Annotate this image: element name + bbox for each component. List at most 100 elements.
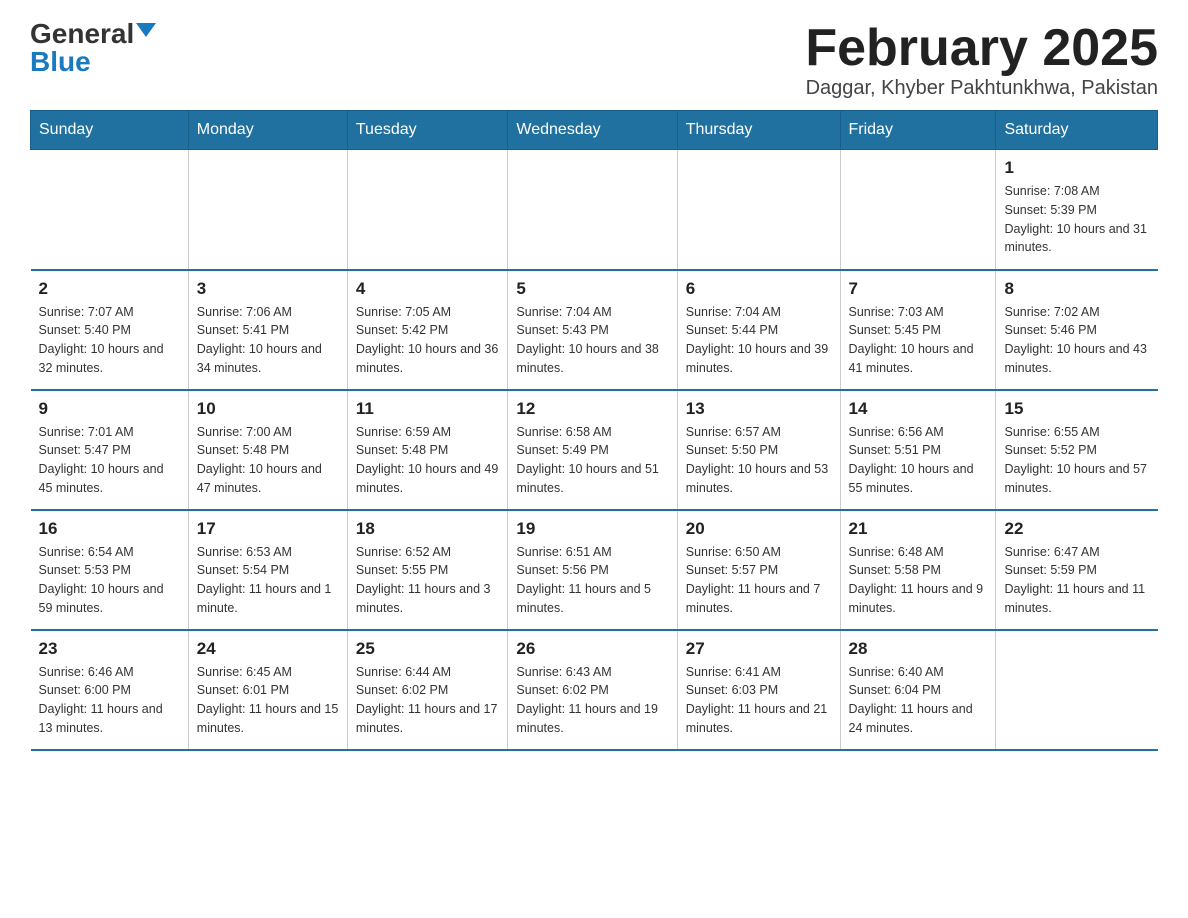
weekday-header-saturday: Saturday <box>996 111 1158 150</box>
day-number: 27 <box>686 639 832 659</box>
day-cell: 20 Sunrise: 6:50 AMSunset: 5:57 PMDayligh… <box>677 510 840 630</box>
month-title: February 2025 <box>805 20 1158 77</box>
day-cell <box>347 150 508 270</box>
day-info: Sunrise: 6:48 AMSunset: 5:58 PMDaylight:… <box>849 543 988 618</box>
day-cell: 9Sunrise: 7:01 AMSunset: 5:47 PMDaylight… <box>31 390 189 510</box>
day-number: 20 <box>686 519 832 539</box>
day-info: Sunrise: 6:54 AMSunset: 5:53 PMDaylight:… <box>39 543 180 618</box>
day-cell: 3Sunrise: 7:06 AMSunset: 5:41 PMDaylight… <box>188 270 347 390</box>
weekday-header-monday: Monday <box>188 111 347 150</box>
logo-blue-text: Blue <box>30 48 91 76</box>
day-cell <box>840 150 996 270</box>
day-cell: 26 Sunrise: 6:43 AMSunset: 6:02 PMDayligh… <box>508 630 677 750</box>
day-number: 12 <box>516 399 668 419</box>
day-info: Sunrise: 6:43 AMSunset: 6:02 PMDaylight:… <box>516 663 668 738</box>
day-number: 24 <box>197 639 339 659</box>
day-cell <box>996 630 1158 750</box>
day-number: 15 <box>1004 399 1149 419</box>
day-number: 5 <box>516 279 668 299</box>
weekday-header-tuesday: Tuesday <box>347 111 508 150</box>
page-header: General Blue February 2025 Daggar, Khybe… <box>30 20 1158 100</box>
day-cell <box>188 150 347 270</box>
day-cell: 18 Sunrise: 6:52 AMSunset: 5:55 PMDayligh… <box>347 510 508 630</box>
weekday-header-row: SundayMondayTuesdayWednesdayThursdayFrid… <box>31 111 1158 150</box>
day-info: Sunrise: 7:00 AMSunset: 5:48 PMDaylight:… <box>197 423 339 498</box>
weekday-header-wednesday: Wednesday <box>508 111 677 150</box>
week-row-5: 23Sunrise: 6:46 AMSunset: 6:00 PMDayligh… <box>31 630 1158 750</box>
day-number: 2 <box>39 279 180 299</box>
day-number: 22 <box>1004 519 1149 539</box>
day-cell: 11 Sunrise: 6:59 AMSunset: 5:48 PMDayligh… <box>347 390 508 510</box>
day-number: 13 <box>686 399 832 419</box>
day-cell: 15 Sunrise: 6:55 AMSunset: 5:52 PMDayligh… <box>996 390 1158 510</box>
day-cell: 27 Sunrise: 6:41 AMSunset: 6:03 PMDayligh… <box>677 630 840 750</box>
calendar-body: 1Sunrise: 7:08 AMSunset: 5:39 PMDaylight… <box>31 150 1158 750</box>
location-subtitle: Daggar, Khyber Pakhtunkhwa, Pakistan <box>805 77 1158 100</box>
day-number: 14 <box>849 399 988 419</box>
day-info: Sunrise: 6:51 AMSunset: 5:56 PMDaylight:… <box>516 543 668 618</box>
day-cell: 17Sunrise: 6:53 AMSunset: 5:54 PMDayligh… <box>188 510 347 630</box>
day-number: 23 <box>39 639 180 659</box>
day-info: Sunrise: 6:58 AMSunset: 5:49 PMDaylight:… <box>516 423 668 498</box>
day-cell <box>508 150 677 270</box>
day-cell: 8 Sunrise: 7:02 AMSunset: 5:46 PMDaylight… <box>996 270 1158 390</box>
day-info: Sunrise: 6:45 AMSunset: 6:01 PMDaylight:… <box>197 663 339 738</box>
logo-general-text: General <box>30 20 134 48</box>
day-number: 26 <box>516 639 668 659</box>
day-number: 18 <box>356 519 500 539</box>
day-number: 28 <box>849 639 988 659</box>
day-info: Sunrise: 7:05 AMSunset: 5:42 PMDaylight:… <box>356 303 500 378</box>
day-cell: 1Sunrise: 7:08 AMSunset: 5:39 PMDaylight… <box>996 150 1158 270</box>
day-cell: 2Sunrise: 7:07 AMSunset: 5:40 PMDaylight… <box>31 270 189 390</box>
day-number: 21 <box>849 519 988 539</box>
day-cell: 4Sunrise: 7:05 AMSunset: 5:42 PMDaylight… <box>347 270 508 390</box>
day-cell: 10Sunrise: 7:00 AMSunset: 5:48 PMDayligh… <box>188 390 347 510</box>
day-info: Sunrise: 7:04 AMSunset: 5:43 PMDaylight:… <box>516 303 668 378</box>
week-row-2: 2Sunrise: 7:07 AMSunset: 5:40 PMDaylight… <box>31 270 1158 390</box>
day-info: Sunrise: 6:50 AMSunset: 5:57 PMDaylight:… <box>686 543 832 618</box>
day-info: Sunrise: 7:08 AMSunset: 5:39 PMDaylight:… <box>1004 182 1149 257</box>
logo: General Blue <box>30 20 156 76</box>
calendar-header: SundayMondayTuesdayWednesdayThursdayFrid… <box>31 111 1158 150</box>
day-cell: 7 Sunrise: 7:03 AMSunset: 5:45 PMDaylight… <box>840 270 996 390</box>
day-number: 16 <box>39 519 180 539</box>
day-cell <box>677 150 840 270</box>
day-info: Sunrise: 6:44 AMSunset: 6:02 PMDaylight:… <box>356 663 500 738</box>
day-cell: 25Sunrise: 6:44 AMSunset: 6:02 PMDayligh… <box>347 630 508 750</box>
day-cell: 16 Sunrise: 6:54 AMSunset: 5:53 PMDayligh… <box>31 510 189 630</box>
day-info: Sunrise: 6:52 AMSunset: 5:55 PMDaylight:… <box>356 543 500 618</box>
day-cell: 12 Sunrise: 6:58 AMSunset: 5:49 PMDayligh… <box>508 390 677 510</box>
day-info: Sunrise: 6:41 AMSunset: 6:03 PMDaylight:… <box>686 663 832 738</box>
day-cell: 19Sunrise: 6:51 AMSunset: 5:56 PMDayligh… <box>508 510 677 630</box>
logo-triangle-icon <box>136 23 156 37</box>
day-cell: 21 Sunrise: 6:48 AMSunset: 5:58 PMDayligh… <box>840 510 996 630</box>
title-section: February 2025 Daggar, Khyber Pakhtunkhwa… <box>805 20 1158 100</box>
day-info: Sunrise: 7:02 AMSunset: 5:46 PMDaylight:… <box>1004 303 1149 378</box>
day-number: 7 <box>849 279 988 299</box>
weekday-header-friday: Friday <box>840 111 996 150</box>
day-cell: 28Sunrise: 6:40 AMSunset: 6:04 PMDayligh… <box>840 630 996 750</box>
day-info: Sunrise: 6:59 AMSunset: 5:48 PMDaylight:… <box>356 423 500 498</box>
week-row-4: 16 Sunrise: 6:54 AMSunset: 5:53 PMDayligh… <box>31 510 1158 630</box>
calendar-table: SundayMondayTuesdayWednesdayThursdayFrid… <box>30 110 1158 751</box>
day-info: Sunrise: 6:47 AMSunset: 5:59 PMDaylight:… <box>1004 543 1149 618</box>
day-cell: 24 Sunrise: 6:45 AMSunset: 6:01 PMDayligh… <box>188 630 347 750</box>
day-info: Sunrise: 6:53 AMSunset: 5:54 PMDaylight:… <box>197 543 339 618</box>
day-info: Sunrise: 6:56 AMSunset: 5:51 PMDaylight:… <box>849 423 988 498</box>
day-info: Sunrise: 7:03 AMSunset: 5:45 PMDaylight:… <box>849 303 988 378</box>
day-info: Sunrise: 6:55 AMSunset: 5:52 PMDaylight:… <box>1004 423 1149 498</box>
day-info: Sunrise: 6:57 AMSunset: 5:50 PMDaylight:… <box>686 423 832 498</box>
day-cell: 22 Sunrise: 6:47 AMSunset: 5:59 PMDayligh… <box>996 510 1158 630</box>
day-cell: 6 Sunrise: 7:04 AMSunset: 5:44 PMDaylight… <box>677 270 840 390</box>
day-number: 11 <box>356 399 500 419</box>
weekday-header-sunday: Sunday <box>31 111 189 150</box>
day-cell: 5 Sunrise: 7:04 AMSunset: 5:43 PMDaylight… <box>508 270 677 390</box>
day-number: 6 <box>686 279 832 299</box>
day-info: Sunrise: 7:01 AMSunset: 5:47 PMDaylight:… <box>39 423 180 498</box>
day-cell: 23Sunrise: 6:46 AMSunset: 6:00 PMDayligh… <box>31 630 189 750</box>
weekday-header-thursday: Thursday <box>677 111 840 150</box>
day-info: Sunrise: 7:04 AMSunset: 5:44 PMDaylight:… <box>686 303 832 378</box>
day-number: 8 <box>1004 279 1149 299</box>
day-cell: 13 Sunrise: 6:57 AMSunset: 5:50 PMDayligh… <box>677 390 840 510</box>
day-number: 3 <box>197 279 339 299</box>
